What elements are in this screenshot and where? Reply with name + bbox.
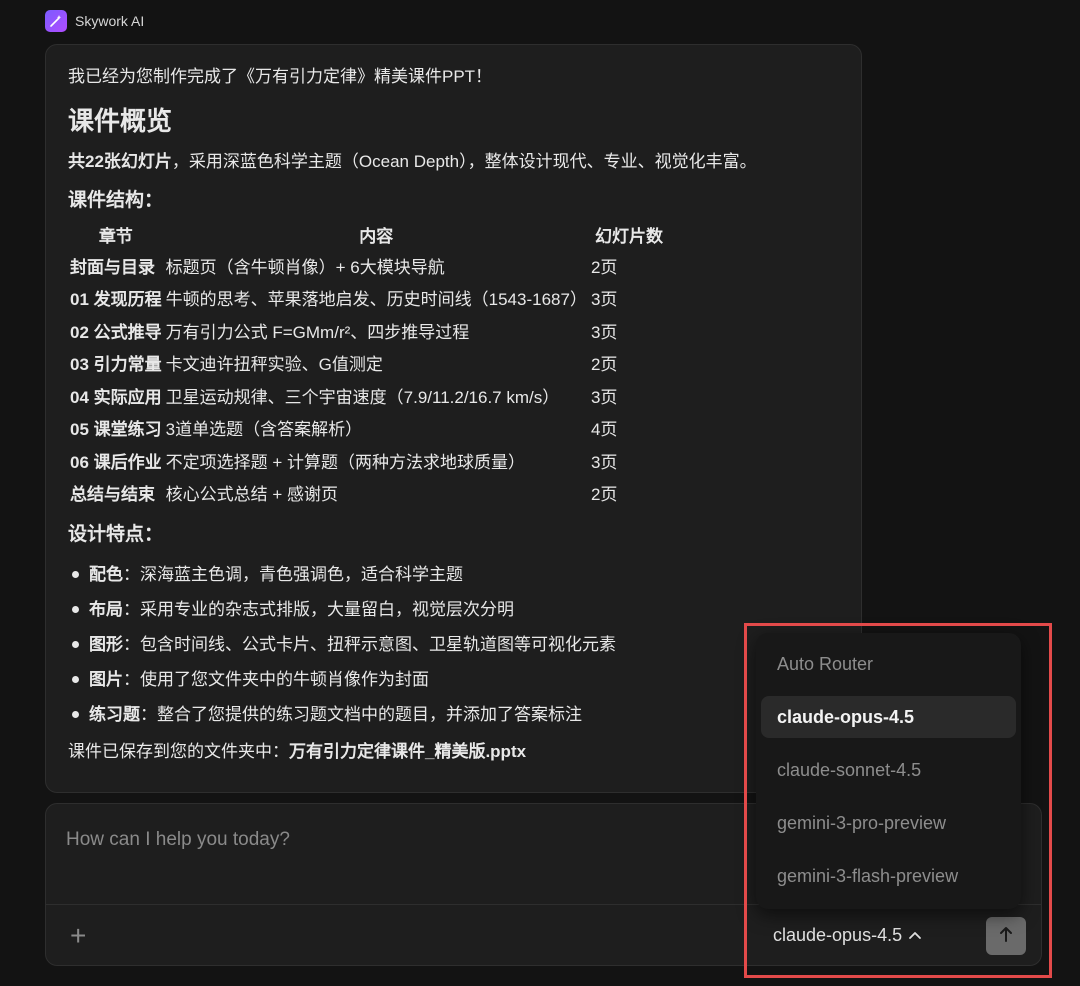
- skywork-logo-icon: [45, 10, 67, 32]
- count-cell: 3页: [590, 290, 618, 310]
- app-header: Skywork AI: [45, 8, 144, 34]
- feature-label: 图形: [89, 635, 123, 654]
- model-option[interactable]: claude-sonnet-4.5: [761, 749, 1016, 791]
- model-option[interactable]: claude-opus-4.5: [761, 696, 1016, 738]
- table-header-row: 章节 内容 幻灯片数: [68, 219, 669, 249]
- model-selector-label: claude-opus-4.5: [773, 924, 903, 945]
- prompt-input[interactable]: [64, 828, 748, 852]
- feature-text: ：深海蓝主色调，青色强调色，适合科学主题: [123, 565, 463, 584]
- table-row: 05 课堂练习 3道单选题（含答案解析） 4页: [68, 412, 669, 445]
- chevron-up-icon: [908, 927, 922, 943]
- count-cell: 4页: [590, 420, 618, 440]
- plus-icon: +: [70, 920, 87, 951]
- model-dropdown: Auto Router claude-opus-4.5 claude-sonnet-…: [756, 633, 1021, 909]
- send-button[interactable]: [986, 917, 1026, 955]
- features-heading: 设计特点：: [68, 524, 164, 545]
- arrow-up-icon: [998, 925, 1014, 948]
- model-selector-button[interactable]: claude-opus-4.5: [773, 920, 922, 950]
- structure-table: 章节 内容 幻灯片数 封面与目录 标题页（含牛顿肖像）+ 6大模块导航 2页 01 发…: [68, 219, 669, 509]
- list-item: 配色 ：深海蓝主色调，青色强调色，适合科学主题: [68, 557, 839, 592]
- list-item: 练习题 ：整合了您提供的练习题文档中的题目，并添加了答案标注: [68, 697, 839, 732]
- model-option[interactable]: Auto Router: [761, 643, 1016, 685]
- chapter-cell: 06 课后作业: [70, 452, 162, 472]
- header-content: 内容: [359, 226, 394, 246]
- content-cell: 标题页（含牛顿肖像）+ 6大模块导航: [165, 257, 445, 277]
- bullet-icon: [72, 711, 79, 718]
- feature-text: ：包含时间线、公式卡片、扭秤示意图、卫星轨道图等可视化元素: [123, 635, 616, 654]
- chapter-cell: 04 实际应用: [70, 387, 162, 407]
- header-count: 幻灯片数: [594, 226, 663, 246]
- table-row: 02 公式推导 万有引力公式 F=GMm/r²、四步推导过程 3页: [68, 314, 669, 347]
- count-cell: 3页: [590, 387, 618, 407]
- count-cell: 2页: [590, 355, 618, 375]
- summary-bold: 共22张幻灯片: [68, 152, 172, 171]
- content-cell: 牛顿的思考、苹果落地启发、历史时间线（1543-1687）: [165, 290, 587, 310]
- summary-rest: ，采用深蓝色科学主题（Ocean Depth），整体设计现代、专业、视觉化丰富。: [171, 152, 757, 171]
- overview-heading: 课件概览: [68, 106, 173, 136]
- chapter-cell: 总结与结束: [70, 485, 155, 505]
- count-cell: 3页: [590, 452, 618, 472]
- model-option[interactable]: gemini-3-pro-preview: [761, 802, 1016, 844]
- bullet-icon: [72, 641, 79, 648]
- chapter-cell: 05 课堂练习: [70, 420, 162, 440]
- table-row: 04 实际应用 卫星运动规律、三个宇宙速度（7.9/11.2/16.7 km/s）…: [68, 379, 669, 412]
- saved-filename: 万有引力定律课件_精美版.pptx: [289, 742, 527, 761]
- overview-summary: 共22张幻灯片，采用深蓝色科学主题（Ocean Depth），整体设计现代、专业…: [68, 149, 839, 175]
- count-cell: 2页: [590, 485, 618, 505]
- chapter-cell: 02 公式推导: [70, 322, 162, 342]
- list-item: 图片 ：使用了您文件夹中的牛顿肖像作为封面: [68, 662, 839, 697]
- table-row: 封面与目录 标题页（含牛顿肖像）+ 6大模块导航 2页: [68, 249, 669, 282]
- content-cell: 不定项选择题 + 计算题（两种方法求地球质量）: [165, 452, 526, 472]
- message-intro: 我已经为您制作完成了《万有引力定律》精美课件PPT！: [68, 67, 493, 86]
- feature-text: ：使用了您文件夹中的牛顿肖像作为封面: [123, 670, 429, 689]
- content-cell: 核心公式总结 + 感谢页: [165, 485, 339, 505]
- content-cell: 3道单选题（含答案解析）: [165, 420, 363, 440]
- chapter-cell: 01 发现历程: [70, 290, 162, 310]
- count-cell: 2页: [590, 257, 618, 277]
- feature-text: ：采用专业的杂志式排版，大量留白，视觉层次分明: [123, 600, 514, 619]
- count-cell: 3页: [590, 322, 618, 342]
- feature-text: ：整合了您提供的练习题文档中的题目，并添加了答案标注: [140, 705, 582, 724]
- saved-prefix: 课件已保存到您的文件夹中：: [68, 742, 289, 761]
- feature-label: 配色: [89, 565, 123, 584]
- content-cell: 万有引力公式 F=GMm/r²、四步推导过程: [165, 322, 470, 342]
- feature-label: 布局: [89, 600, 123, 619]
- structure-heading: 课件结构：: [68, 190, 164, 211]
- table-row: 01 发现历程 牛顿的思考、苹果落地启发、历史时间线（1543-1687） 3页: [68, 282, 669, 315]
- bullet-icon: [72, 676, 79, 683]
- model-option[interactable]: gemini-3-flash-preview: [761, 855, 1016, 897]
- assistant-message: 我已经为您制作完成了《万有引力定律》精美课件PPT！ 课件概览 共22张幻灯片，…: [45, 44, 862, 793]
- table-row: 03 引力常量 卡文迪许扭秤实验、G值测定 2页: [68, 347, 669, 380]
- list-item: 布局 ：采用专业的杂志式排版，大量留白，视觉层次分明: [68, 592, 839, 627]
- app-name: Skywork AI: [75, 13, 145, 29]
- content-cell: 卫星运动规律、三个宇宙速度（7.9/11.2/16.7 km/s）: [165, 387, 560, 407]
- saved-line: 课件已保存到您的文件夹中：万有引力定律课件_精美版.pptx: [68, 738, 839, 766]
- feature-label: 练习题: [89, 705, 140, 724]
- table-row: 06 课后作业 不定项选择题 + 计算题（两种方法求地球质量） 3页: [68, 444, 669, 477]
- feature-label: 图片: [89, 670, 123, 689]
- chapter-cell: 03 引力常量: [70, 355, 162, 375]
- header-chapter: 章节: [98, 226, 133, 246]
- list-item: 图形 ：包含时间线、公式卡片、扭秤示意图、卫星轨道图等可视化元素: [68, 627, 839, 662]
- features-list: 配色 ：深海蓝主色调，青色强调色，适合科学主题 布局 ：采用专业的杂志式排版，大量留白…: [68, 557, 839, 732]
- add-attachment-button[interactable]: +: [70, 920, 86, 952]
- bullet-icon: [72, 571, 79, 578]
- content-cell: 卡文迪许扭秤实验、G值测定: [165, 355, 383, 375]
- table-row: 总结与结束 核心公式总结 + 感谢页 2页: [68, 477, 669, 510]
- chapter-cell: 封面与目录: [70, 257, 155, 277]
- bullet-icon: [72, 606, 79, 613]
